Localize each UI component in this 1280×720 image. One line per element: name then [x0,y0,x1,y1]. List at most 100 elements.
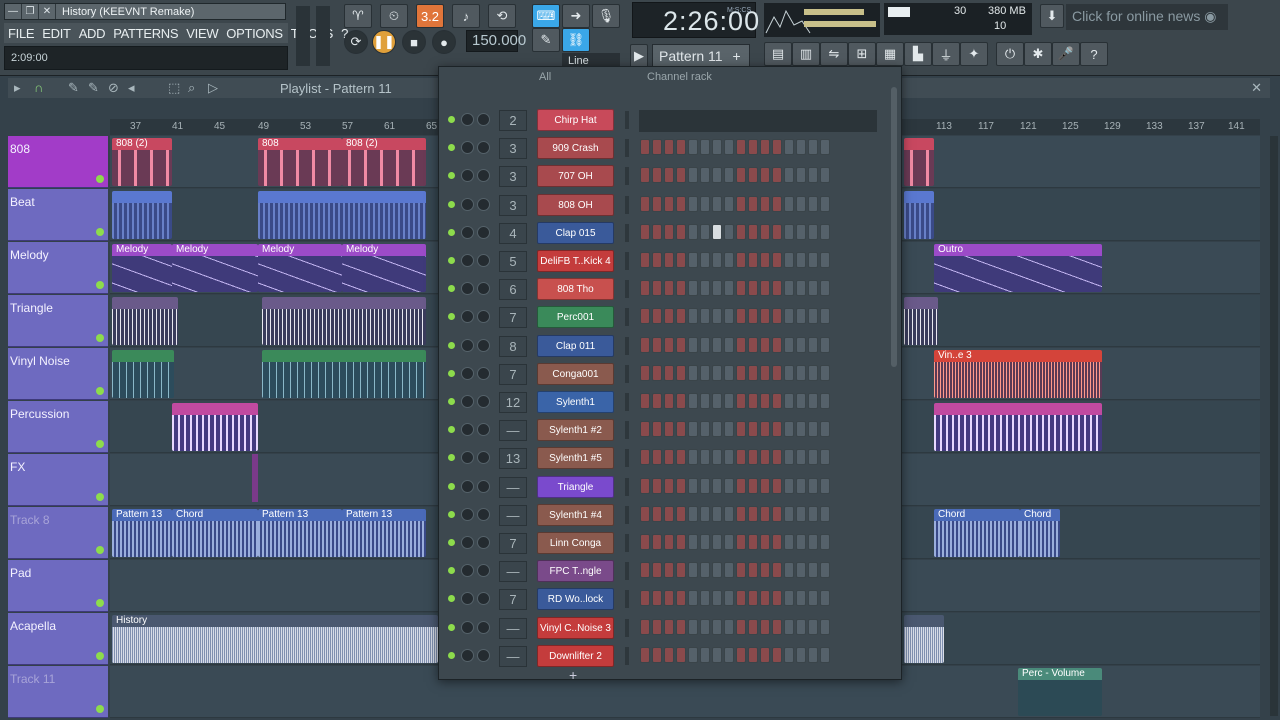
step-button[interactable] [796,646,806,663]
mixer-track-number[interactable]: 7 [499,533,527,554]
step-button[interactable] [640,477,650,494]
step-button[interactable] [772,449,782,466]
step-button[interactable] [820,534,830,550]
step-button[interactable] [784,280,794,297]
track-mute-led[interactable] [96,546,104,554]
step-button[interactable] [796,393,806,409]
step-button[interactable] [688,646,698,663]
channel-button[interactable]: DeliFB T..Kick 4 [537,250,614,272]
step-button[interactable] [712,505,722,522]
step-button[interactable] [736,252,746,268]
channel-button[interactable]: Perc001 [537,306,614,329]
step-button[interactable] [688,590,698,607]
step-button[interactable] [712,534,722,550]
magnet-icon[interactable]: ∩ [34,80,43,95]
step-button[interactable] [736,195,746,212]
step-button[interactable] [808,223,818,240]
channel-select-indicator[interactable] [625,393,629,411]
pattern-clip[interactable] [904,297,938,345]
menu-add[interactable]: ADD [75,26,110,41]
step-button[interactable] [664,308,674,325]
fx-clip[interactable] [252,454,258,502]
channel-row[interactable]: — Sylenth1 #2 [439,417,903,443]
pan-knob[interactable] [461,507,474,521]
step-button[interactable] [796,167,806,184]
automation-clip[interactable]: Perc - Volume [1018,668,1102,716]
channel-row[interactable]: 8 Clap 011 [439,333,903,359]
pan-knob[interactable] [461,197,474,211]
step-button[interactable] [748,562,758,579]
step-button[interactable] [688,336,698,353]
track-header[interactable]: Melody [8,242,108,294]
pan-knob[interactable] [461,451,474,465]
step-button[interactable] [640,590,650,607]
step-button[interactable] [652,364,662,381]
plug-icon[interactable]: ⏚ [932,42,960,66]
paint-tool-icon[interactable]: ✎ [88,80,99,96]
step-button[interactable] [736,139,746,156]
step-button[interactable] [748,364,758,381]
step-button[interactable] [760,477,770,494]
step-button[interactable] [700,139,710,156]
step-button[interactable] [664,393,674,409]
draw-tool-icon[interactable]: ✎ [68,80,79,96]
channel-row[interactable]: 13 Sylenth1 #5 [439,445,903,471]
step-button[interactable] [760,252,770,268]
pan-knob[interactable] [461,536,474,549]
step-button[interactable] [772,252,782,268]
mixer-track-number[interactable]: 13 [499,448,527,470]
step-button[interactable] [688,167,698,184]
menu-patterns[interactable]: PATTERNS [109,26,182,41]
step-button[interactable] [760,364,770,381]
channel-select-indicator[interactable] [625,505,629,524]
step-button[interactable] [640,393,650,409]
wait-input-icon[interactable]: ⟲ [488,4,516,28]
step-button[interactable] [724,280,734,297]
delete-tool-icon[interactable]: ⊘ [108,80,119,96]
channel-rack-icon[interactable]: ⊞ [848,42,876,66]
step-button[interactable] [784,505,794,522]
step-button[interactable] [712,252,722,268]
channel-button[interactable]: Chirp Hat [537,109,614,131]
step-button[interactable] [796,449,806,466]
step-button[interactable] [760,223,770,240]
step-button[interactable] [820,364,830,381]
step-button[interactable] [820,477,830,494]
step-button[interactable] [724,336,734,353]
volume-knob[interactable] [477,197,490,211]
step-button[interactable] [676,618,686,635]
step-button[interactable] [736,534,746,550]
step-button[interactable] [676,477,686,494]
channel-mute-led[interactable] [448,313,455,321]
step-button[interactable] [784,646,794,663]
mixer-icon[interactable]: ⇋ [820,42,848,66]
step-button[interactable] [784,534,794,550]
channel-select-indicator[interactable] [625,336,629,355]
step-button[interactable] [796,562,806,579]
power-icon[interactable]: ⏻ [996,42,1024,66]
step-button[interactable] [700,421,710,438]
step-button[interactable] [688,308,698,325]
wizard-icon[interactable]: ✦ [960,42,988,66]
step-button[interactable] [640,449,650,466]
step-button[interactable] [748,167,758,184]
step-button[interactable] [688,421,698,438]
volume-knob[interactable] [477,620,490,634]
volume-knob[interactable] [477,141,490,155]
step-button[interactable] [748,195,758,212]
volume-knob[interactable] [477,310,490,324]
online-news[interactable]: Click for online news ◉ [1066,4,1228,30]
pattern-clip[interactable] [112,297,178,345]
step-button[interactable] [700,393,710,409]
step-button[interactable] [796,505,806,522]
track-header[interactable]: Track 11 [8,666,108,718]
step-button[interactable] [760,336,770,353]
step-button[interactable] [688,393,698,409]
step-button[interactable] [760,421,770,438]
minimize-icon[interactable]: — [5,4,22,19]
step-button[interactable] [808,308,818,325]
volume-knob[interactable] [477,423,490,437]
channel-button[interactable]: Sylenth1 #4 [537,503,614,526]
step-button[interactable] [676,590,686,607]
audio-clip[interactable] [904,615,944,663]
